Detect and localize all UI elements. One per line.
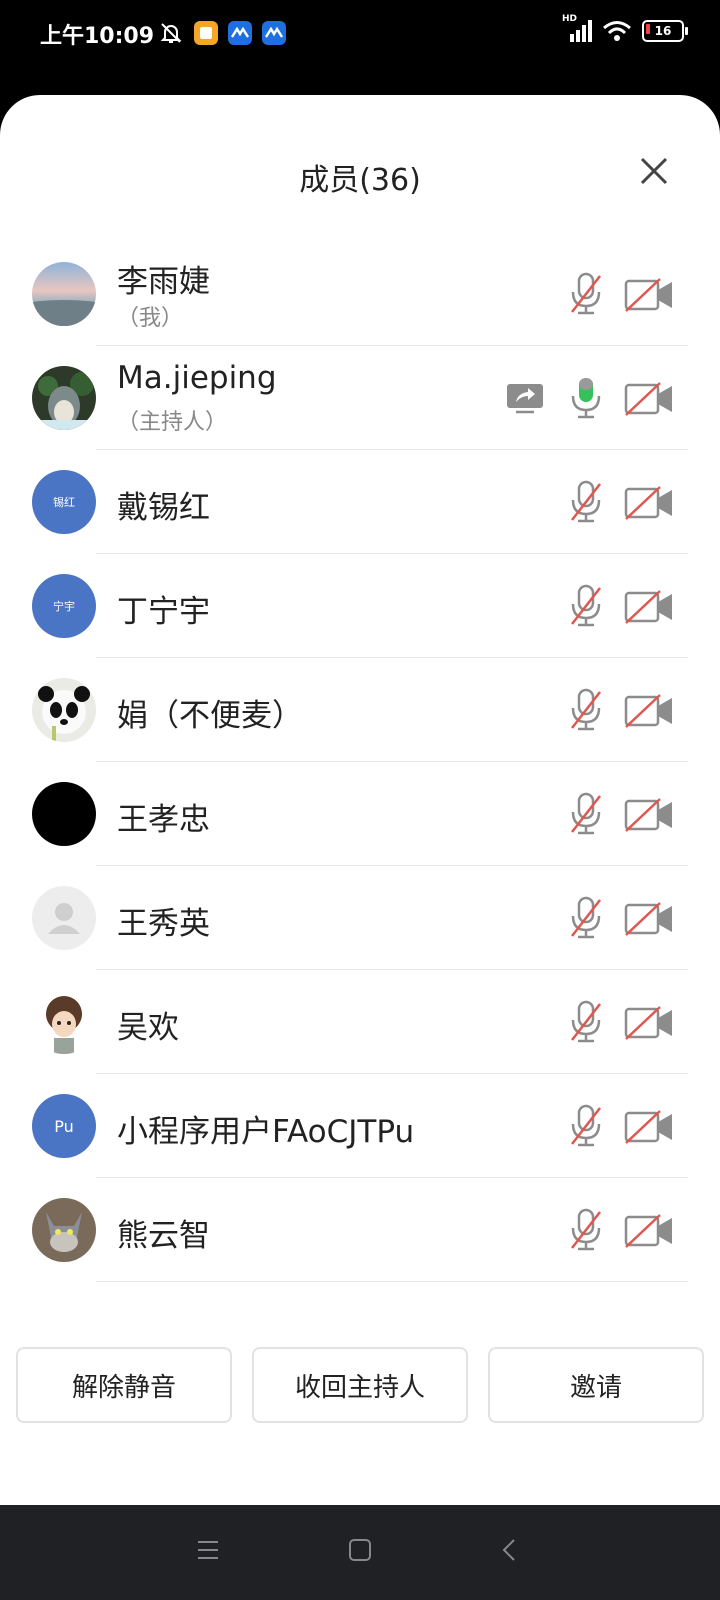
member-row[interactable] (0, 1282, 720, 1292)
member-row[interactable]: 宁宇 丁宁宇 (0, 554, 720, 658)
member-row[interactable]: 王孝忠 (0, 762, 720, 866)
member-row[interactable]: 王秀英 (0, 866, 720, 970)
microphone-muted-icon[interactable] (568, 584, 604, 628)
meeting-app-icon (262, 21, 286, 45)
member-name: 王孝忠 (117, 802, 210, 838)
notes-app-icon (194, 21, 218, 45)
avatar: 锡红 (32, 470, 96, 534)
member-row[interactable]: 李雨婕 （我） (0, 242, 720, 346)
microphone-icon[interactable] (568, 376, 604, 420)
action-bar: 解除静音 收回主持人 邀请 (16, 1347, 704, 1423)
close-icon[interactable] (634, 151, 674, 191)
wifi-icon (603, 21, 631, 41)
member-name: Ma.jieping (117, 360, 277, 396)
avatar: 宁宇 (32, 574, 96, 638)
screen-share-icon (506, 382, 544, 414)
camera-off-icon[interactable] (624, 693, 674, 729)
bell-off-icon (160, 23, 182, 43)
member-name: 吴欢 (117, 1010, 179, 1046)
camera-off-icon[interactable] (624, 277, 674, 313)
avatar-initials: 锡红 (53, 496, 75, 509)
unmute-all-button[interactable]: 解除静音 (16, 1347, 232, 1423)
back-icon[interactable] (498, 1538, 522, 1562)
meeting-app-icon (228, 21, 252, 45)
invite-button[interactable]: 邀请 (488, 1347, 704, 1423)
microphone-muted-icon[interactable] (568, 792, 604, 836)
status-notifications (158, 20, 286, 46)
avatar (32, 366, 96, 430)
member-row[interactable]: 吴欢 (0, 970, 720, 1074)
member-row[interactable]: Pu 小程序用户FAoCJTPu (0, 1074, 720, 1178)
battery-level: 16 (654, 24, 672, 38)
microphone-muted-icon[interactable] (568, 688, 604, 732)
avatar (32, 678, 96, 742)
member-role: （主持人） (117, 410, 228, 435)
microphone-muted-icon[interactable] (568, 896, 604, 940)
camera-off-icon[interactable] (624, 1109, 674, 1145)
home-icon[interactable] (348, 1538, 372, 1562)
status-time: 上午10:09 (40, 24, 155, 49)
microphone-muted-icon[interactable] (568, 272, 604, 316)
member-name: 丁宁宇 (117, 594, 210, 630)
member-row[interactable]: 娟（不便麦） (0, 658, 720, 762)
reclaim-host-button[interactable]: 收回主持人 (252, 1347, 468, 1423)
avatar (32, 262, 96, 326)
camera-off-icon[interactable] (624, 901, 674, 937)
member-name: 戴锡红 (117, 490, 210, 526)
camera-off-icon[interactable] (624, 589, 674, 625)
avatar (32, 886, 96, 950)
navigation-bar (0, 1505, 720, 1600)
member-list[interactable]: 李雨婕 （我） Ma.jieping （主持人） 锡红 戴锡红宁宇 丁宁宇娟（不便麦） 王孝忠… (0, 242, 720, 1292)
sheet-title: 成员(36) (299, 163, 421, 198)
avatar (32, 990, 96, 1054)
camera-off-icon[interactable] (624, 1005, 674, 1041)
member-role: （我） (117, 306, 184, 331)
camera-off-icon[interactable] (624, 1213, 674, 1249)
member-name: 王秀英 (117, 906, 210, 942)
member-name: 熊云智 (117, 1218, 210, 1254)
member-row[interactable]: 锡红 戴锡红 (0, 450, 720, 554)
avatar-initials: 宁宇 (53, 600, 75, 613)
member-row[interactable]: 熊云智 (0, 1178, 720, 1282)
microphone-muted-icon[interactable] (568, 1104, 604, 1148)
battery-icon: 16 (642, 20, 688, 42)
avatar-initials: Pu (54, 1116, 74, 1136)
member-name: 小程序用户FAoCJTPu (117, 1114, 415, 1150)
status-system: HD 16 (562, 14, 688, 42)
camera-off-icon[interactable] (624, 381, 674, 417)
signal-icon: HD (562, 14, 592, 42)
camera-off-icon[interactable] (624, 485, 674, 521)
member-name: 李雨婕 (117, 264, 210, 300)
camera-off-icon[interactable] (624, 797, 674, 833)
microphone-muted-icon[interactable] (568, 1208, 604, 1252)
avatar (32, 1198, 96, 1262)
microphone-muted-icon[interactable] (568, 1000, 604, 1044)
status-bar: 上午10:09 HD 16 (0, 0, 720, 70)
avatar: Pu (32, 1094, 96, 1158)
menu-icon[interactable] (196, 1538, 220, 1562)
microphone-muted-icon[interactable] (568, 480, 604, 524)
members-sheet: 成员(36) 李雨婕 （我） Ma.jieping （主持人） 锡红 戴锡红宁宇 丁宁宇娟（… (0, 95, 720, 1505)
avatar (32, 782, 96, 846)
member-name: 娟（不便麦） (117, 698, 303, 734)
member-row[interactable]: Ma.jieping （主持人） (0, 346, 720, 450)
